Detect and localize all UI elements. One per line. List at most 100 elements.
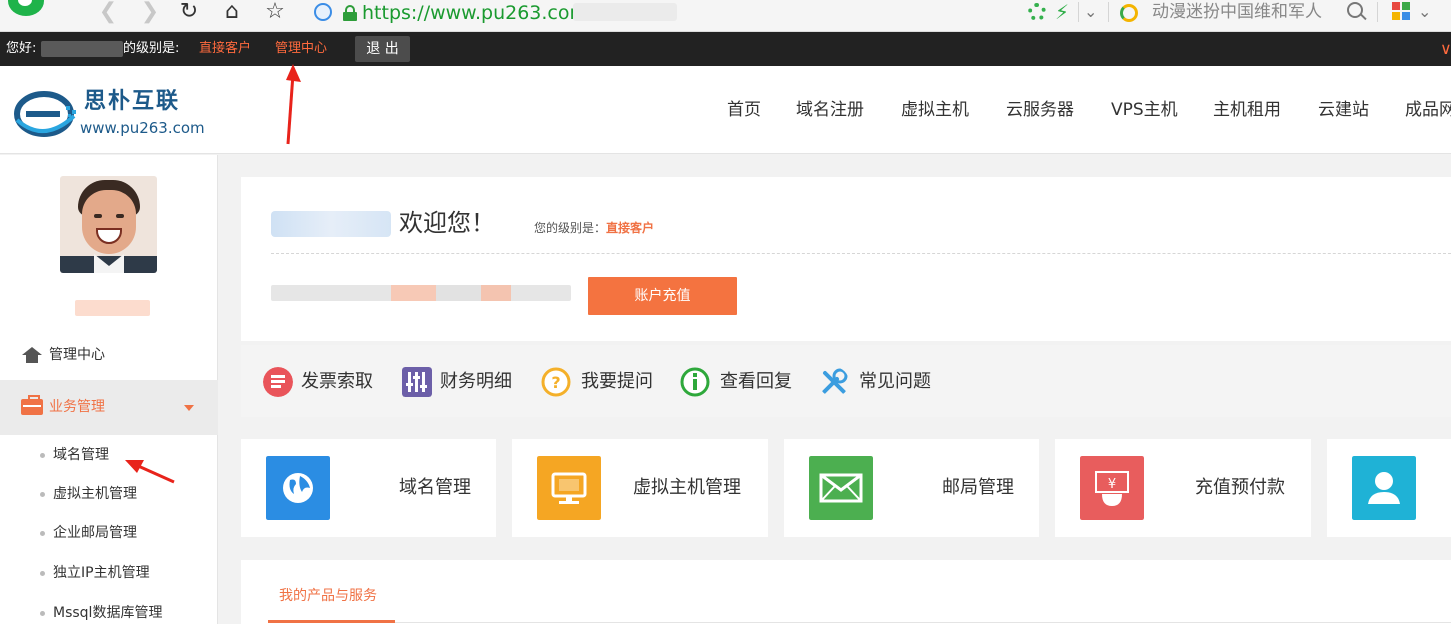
tile-hosting-management[interactable]: 虚拟主机管理 — [512, 439, 768, 537]
lock-icon — [343, 5, 357, 21]
username-redacted — [75, 300, 150, 316]
quick-link-replies[interactable]: 查看回复 — [680, 365, 800, 399]
sidebar-subitem-label: Mssql数据库管理 — [53, 605, 163, 621]
level-label: 的级别是: — [123, 41, 180, 56]
quick-link-faq[interactable]: 常见问题 — [819, 365, 939, 399]
tile-domain-management[interactable]: 域名管理 — [241, 439, 496, 537]
annotation-arrow-up — [286, 64, 301, 145]
reload-icon[interactable]: ↻ — [176, 0, 202, 26]
nav-item-rental[interactable]: 主机租用 — [1213, 98, 1281, 122]
quick-link-label: 我要提问 — [581, 371, 653, 392]
brand-logo-icon[interactable] — [14, 86, 80, 138]
brand-url: www.pu263.com — [80, 119, 205, 137]
sidebar-item-management-center[interactable]: 管理中心 — [0, 338, 218, 372]
browser-logo-icon[interactable] — [8, 0, 44, 16]
forward-arrow-icon[interactable]: ❯ — [140, 0, 160, 26]
logout-button[interactable]: 退 出 — [355, 36, 410, 62]
extension-icon[interactable] — [1028, 3, 1046, 21]
username-redacted — [41, 41, 123, 57]
tile-label: 充值预付款 — [1195, 477, 1285, 498]
svg-text:?: ? — [551, 373, 560, 392]
quick-link-label: 常见问题 — [859, 371, 931, 392]
quick-link-label: 财务明细 — [440, 371, 512, 392]
sidebar: 管理中心 业务管理 域名管理 虚拟主机管理 企业邮局管理 独立IP主机管理 Ms… — [0, 155, 218, 624]
balance-redacted — [271, 285, 571, 301]
invoice-icon — [263, 367, 293, 397]
site-identity-icon — [314, 3, 332, 21]
nav-item-hosting[interactable]: 虚拟主机 — [901, 98, 969, 122]
sidebar-subitem-mssql[interactable]: Mssql数据库管理 — [0, 598, 218, 624]
briefcase-icon — [21, 395, 43, 415]
quick-link-finance[interactable]: 财务明细 — [402, 365, 522, 399]
chevron-down-icon[interactable]: ⌄ — [1418, 1, 1431, 23]
sliders-icon — [402, 367, 432, 397]
welcome-card: 欢迎您！ 您的级别是：直接客户 账户充值 — [241, 177, 1451, 341]
tile-label: 虚拟主机管理 — [633, 477, 741, 498]
search-input[interactable]: 动漫迷扮中国维和军人 — [1152, 0, 1338, 24]
active-tab-indicator — [268, 620, 395, 623]
sidebar-subitem-label: 企业邮局管理 — [53, 525, 137, 541]
account-bar: 您好: 的级别是: 直接客户 管理中心 退 出 ∨ — [0, 32, 1451, 66]
browser-toolbar: ❮ ❯ ↻ ⌂ ☆ https://www.pu263.com ⚡ ⌄ 动漫迷扮… — [0, 0, 1451, 32]
apps-grid-icon[interactable] — [1392, 2, 1412, 22]
quick-link-ask[interactable]: ? 我要提问 — [541, 365, 661, 399]
quick-link-invoice[interactable]: 发票索取 — [263, 365, 383, 399]
username-redacted — [271, 211, 391, 237]
site-header: 思朴互联 www.pu263.com 首页 域名注册 虚拟主机 云服务器 VPS… — [0, 66, 1451, 154]
caret-down-icon — [184, 405, 194, 411]
recharge-button[interactable]: 账户充值 — [588, 277, 737, 315]
search-engine-icon[interactable] — [1120, 4, 1138, 22]
star-bookmark-icon[interactable]: ☆ — [262, 0, 288, 26]
tile-label: 邮局管理 — [942, 477, 1014, 498]
annotation-arrow-left — [125, 460, 175, 484]
info-icon — [680, 367, 710, 397]
brand-name: 思朴互联 — [84, 88, 181, 114]
payment-icon: ¥ — [1080, 456, 1144, 520]
url-text[interactable]: https://www.pu263.com — [362, 1, 588, 25]
sidebar-item-label: 业务管理 — [49, 399, 105, 415]
question-icon: ? — [541, 367, 571, 397]
svg-text:¥: ¥ — [1108, 477, 1116, 492]
nav-item-vps[interactable]: VPS主机 — [1111, 98, 1178, 122]
tile-mail-management[interactable]: 邮局管理 — [784, 439, 1039, 537]
welcome-text: 欢迎您！ — [399, 209, 495, 237]
tab-my-products[interactable]: 我的产品与服务 — [279, 586, 377, 606]
tools-icon — [821, 368, 848, 395]
welcome-level: 您的级别是：直接客户 — [534, 219, 654, 237]
home-icon — [22, 347, 42, 363]
level-value[interactable]: 直接客户 — [199, 32, 251, 66]
quick-link-label: 查看回复 — [720, 371, 792, 392]
nav-item-cloud-server[interactable]: 云服务器 — [1006, 98, 1074, 122]
nav-item-site-builder[interactable]: 云建站 — [1318, 98, 1369, 122]
sidebar-item-business[interactable]: 业务管理 — [0, 380, 218, 435]
globe-icon — [266, 456, 330, 520]
monitor-icon — [537, 456, 601, 520]
divider — [271, 253, 1451, 254]
overflow-icon[interactable]: ∨ — [1440, 32, 1451, 66]
sidebar-subitem-dedicated-ip[interactable]: 独立IP主机管理 — [0, 558, 218, 588]
sidebar-subitem-label: 独立IP主机管理 — [53, 565, 150, 581]
back-arrow-icon[interactable]: ❮ — [98, 0, 118, 26]
sidebar-subitem-hosting[interactable]: 虚拟主机管理 — [0, 479, 218, 509]
avatar[interactable] — [60, 176, 157, 273]
home-icon[interactable]: ⌂ — [220, 0, 244, 26]
chevron-down-icon[interactable]: ⌄ — [1084, 1, 1097, 23]
nav-item-templates[interactable]: 成品网 — [1405, 98, 1451, 122]
url-redacted — [573, 3, 677, 21]
sidebar-subitem-label: 域名管理 — [53, 447, 109, 463]
products-section: 我的产品与服务 — [241, 560, 1451, 624]
search-icon[interactable] — [1347, 2, 1363, 18]
user-icon — [1352, 456, 1416, 520]
sidebar-subitem-mail[interactable]: 企业邮局管理 — [0, 518, 218, 548]
tile-label: 域名管理 — [399, 477, 471, 498]
sidebar-item-label: 管理中心 — [49, 347, 105, 363]
speed-bolt-icon[interactable]: ⚡ — [1055, 0, 1069, 24]
nav-item-home[interactable]: 首页 — [727, 98, 761, 122]
tile-user[interactable] — [1327, 439, 1451, 537]
welcome-level-label: 您的级别是： — [534, 221, 607, 235]
management-center-link[interactable]: 管理中心 — [275, 32, 327, 66]
sidebar-subitem-domain[interactable]: 域名管理 — [0, 440, 218, 470]
tile-recharge-prepay[interactable]: ¥ 充值预付款 — [1055, 439, 1311, 537]
nav-item-domain[interactable]: 域名注册 — [796, 98, 864, 122]
envelope-icon — [809, 456, 873, 520]
